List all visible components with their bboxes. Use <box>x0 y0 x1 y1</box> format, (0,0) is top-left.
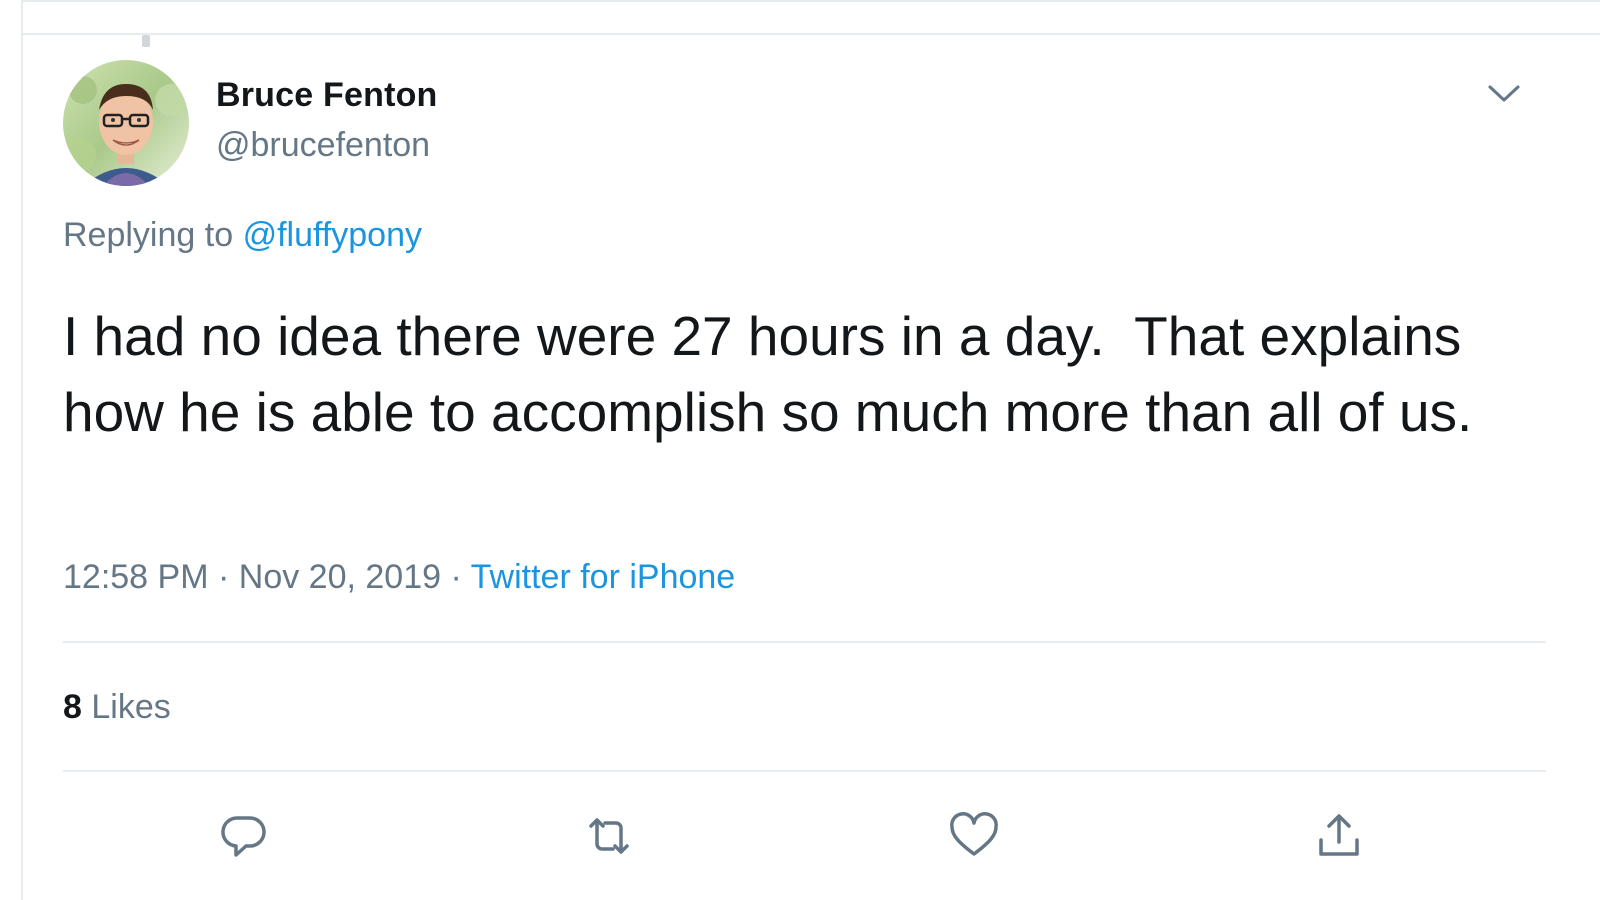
tweet-card: Bruce Fenton @brucefenton Replying to @f… <box>21 0 1600 900</box>
share-button[interactable] <box>1311 808 1367 864</box>
author-handle[interactable]: @brucefenton <box>216 126 430 165</box>
share-icon <box>1319 814 1359 856</box>
replying-prefix: Replying to <box>63 216 234 254</box>
avatar[interactable] <box>63 60 189 186</box>
replying-to-line: Replying to @fluffypony <box>63 216 422 255</box>
author-name[interactable]: Bruce Fenton <box>216 76 438 115</box>
chevron-down-icon <box>1488 85 1520 102</box>
divider <box>63 770 1546 772</box>
tweet-source-link[interactable]: Twitter for iPhone <box>471 558 736 596</box>
meta-separator: · <box>450 558 462 596</box>
tweet-date[interactable]: Nov 20, 2019 <box>239 558 441 596</box>
retweet-button[interactable] <box>581 808 637 864</box>
like-button[interactable] <box>946 808 1002 864</box>
likes-count: 8 <box>63 688 82 726</box>
previous-tweet-strip <box>23 2 1600 35</box>
thread-connector-line <box>142 35 150 47</box>
likes-label: Likes <box>91 688 171 726</box>
divider <box>63 641 1546 643</box>
tweet-text: I had no idea there were 27 hours in a d… <box>63 305 1477 443</box>
reply-icon <box>221 816 266 857</box>
heart-icon <box>950 812 998 856</box>
replying-to-mention[interactable]: @fluffypony <box>243 216 422 254</box>
tweet-metadata: 12:58 PM · Nov 20, 2019 · Twitter for iP… <box>63 558 735 597</box>
retweet-icon <box>589 818 629 854</box>
tweet-time[interactable]: 12:58 PM <box>63 558 209 596</box>
meta-separator: · <box>217 558 230 596</box>
reply-button[interactable] <box>216 808 272 864</box>
avatar-image <box>63 60 189 186</box>
tweet-menu-button[interactable] <box>1484 78 1524 108</box>
likes-stat[interactable]: 8 Likes <box>63 688 171 727</box>
